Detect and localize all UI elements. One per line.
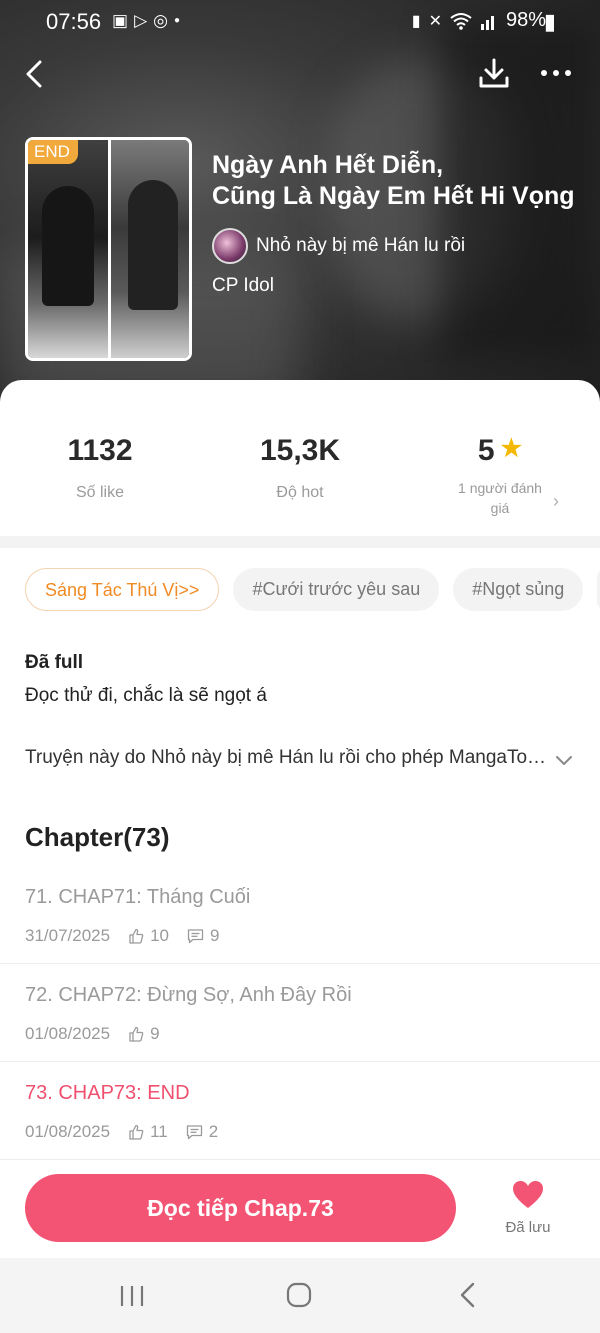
saved-label: Đã lưu — [505, 1219, 551, 1236]
tag-item[interactable]: #Cưới trước yêu sau — [233, 568, 440, 611]
home-icon[interactable] — [285, 1281, 313, 1309]
book-title: Ngày Anh Hết Diễn, Cũng Là Ngày Em Hết H… — [212, 151, 575, 210]
chapter-row[interactable]: 71. CHAP71: Tháng Cuối 31/07/2025 10 9 — [0, 866, 600, 964]
like-count: 11 — [150, 1122, 168, 1141]
chapter-name[interactable]: 73. CHAP73: END — [25, 1082, 190, 1105]
description-text: Đọc thử đi, chắc là sẽ ngọt á — [25, 685, 267, 706]
comment-icon — [187, 929, 204, 944]
thumbs-up-icon — [129, 1026, 144, 1042]
system-icons: ▮ ✕ 98% — [412, 9, 546, 32]
status-bar: 07:56 ▣ ▷ ◎ ● ▮ ✕ 98% ▮ — [0, 0, 600, 44]
wifi-icon — [450, 12, 472, 30]
battery-text: 98% — [505, 9, 546, 31]
stat-likes: 1132 Số like — [67, 434, 133, 501]
recent-apps-icon[interactable] — [118, 1283, 146, 1309]
back-icon[interactable] — [18, 56, 54, 92]
description-permission: Truyện này do Nhỏ này bị mê Hán lu rồi c… — [25, 747, 555, 768]
nav-back-icon[interactable] — [455, 1281, 481, 1309]
comment-icon — [186, 1125, 202, 1140]
end-badge: END — [28, 140, 78, 164]
chevron-right-icon[interactable]: › — [553, 491, 559, 512]
thumbs-up-icon — [129, 1124, 144, 1140]
stat-hot: 15,3K Độ hot — [259, 434, 341, 501]
dot-icon: ● — [173, 15, 181, 26]
lock-icon: ▮ — [411, 12, 421, 30]
more-icon[interactable] — [536, 58, 576, 88]
completion-status: Đã full — [25, 652, 84, 673]
notification-icons: ▣ ▷ ◎ ● — [112, 11, 180, 31]
mute-icon: ✕ — [428, 12, 442, 30]
chapter-name[interactable]: 72. CHAP72: Đừng Sợ, Anh Đây Rồi — [25, 984, 352, 1007]
heart-icon — [513, 1181, 543, 1208]
book-cover[interactable]: END — [25, 137, 192, 361]
tag-item[interactable]: #Ngọt sủng — [453, 568, 584, 611]
tag-list: Sáng Tác Thú Vị>> #Cưới trước yêu sau #N… — [25, 568, 600, 611]
download-icon[interactable] — [474, 54, 514, 94]
gallery-icon: ▣ — [112, 11, 129, 30]
author-row[interactable]: Nhỏ này bị mê Hán lu rồi — [212, 228, 465, 264]
chapter-date: 01/08/2025 — [25, 1122, 111, 1141]
chapter-row-current[interactable]: 73. CHAP73: END 01/08/2025 11 2 — [0, 1062, 600, 1160]
section-divider — [0, 536, 600, 548]
chapter-row[interactable]: 72. CHAP72: Đừng Sợ, Anh Đây Rồi 01/08/2… — [0, 964, 600, 1062]
thumbs-up-icon — [129, 928, 144, 944]
status-time: 07:56 — [46, 9, 102, 34]
like-count: 9 — [150, 1024, 160, 1043]
like-count: 10 — [150, 926, 170, 945]
star-icon: ★ — [500, 435, 523, 462]
play-icon: ▷ — [134, 11, 148, 30]
chevron-down-icon[interactable] — [554, 750, 574, 770]
author-name[interactable]: Nhỏ này bị mê Hán lu rồi — [256, 235, 465, 257]
saved-button[interactable]: Đã lưu — [496, 1180, 560, 1236]
book-category[interactable]: CP Idol — [212, 275, 274, 297]
instagram-icon: ◎ — [153, 11, 168, 30]
battery-icon: ▮ — [543, 9, 556, 34]
chapter-date: 31/07/2025 — [25, 926, 111, 945]
author-avatar[interactable] — [212, 228, 248, 264]
tag-featured[interactable]: Sáng Tác Thú Vị>> — [25, 568, 220, 611]
continue-reading-button[interactable]: Đọc tiếp Chap.73 — [25, 1174, 456, 1242]
stats-row: 1132 Số like 15,3K Độ hot 5 ★ 1 người đán… — [0, 434, 600, 534]
comment-count: 2 — [208, 1122, 219, 1141]
chapter-count-heading: Chapter(73) — [25, 822, 170, 852]
comment-count: 9 — [210, 926, 220, 945]
chapter-date: 01/08/2025 — [25, 1024, 111, 1043]
stat-rating[interactable]: 5 ★ 1 người đánh giá — [400, 434, 600, 518]
chapter-name[interactable]: 71. CHAP71: Tháng Cuối — [25, 886, 250, 909]
signal-icon — [480, 15, 494, 30]
